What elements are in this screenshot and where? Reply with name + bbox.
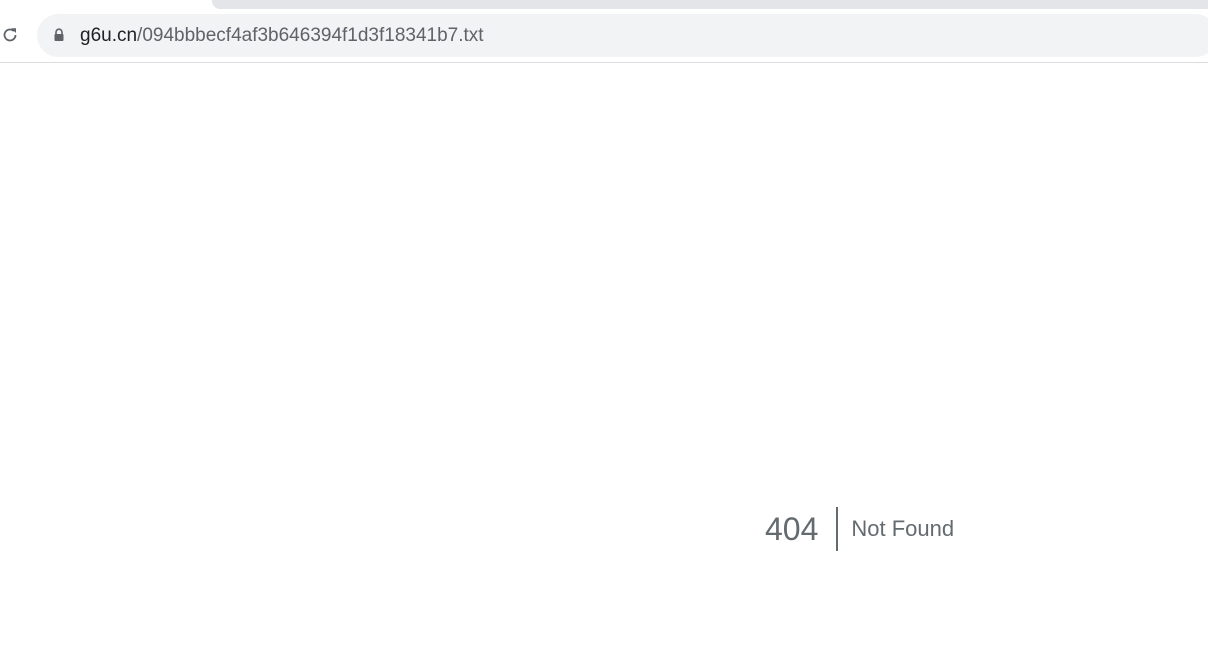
error-block: 404 Not Found: [765, 507, 954, 551]
url-text[interactable]: g6u.cn/094bbbecf4af3b646394f1d3f18341b7.…: [80, 14, 484, 57]
error-message: Not Found: [851, 516, 955, 541]
reload-icon: [3, 28, 17, 42]
url-path: /094bbbecf4af3b646394f1d3f18341b7.txt: [137, 25, 484, 46]
url-host: g6u.cn: [80, 25, 138, 46]
lock-icon[interactable]: [53, 28, 65, 42]
browser-toolbar: g6u.cn/094bbbecf4af3b646394f1d3f18341b7.…: [0, 0, 1208, 63]
reload-button[interactable]: [0, 24, 20, 46]
address-bar[interactable]: g6u.cn/094bbbecf4af3b646394f1d3f18341b7.…: [37, 14, 1208, 57]
page-content: 404 Not Found: [0, 63, 1208, 650]
error-code: 404: [765, 511, 819, 547]
tab-strip: [212, 0, 1208, 9]
